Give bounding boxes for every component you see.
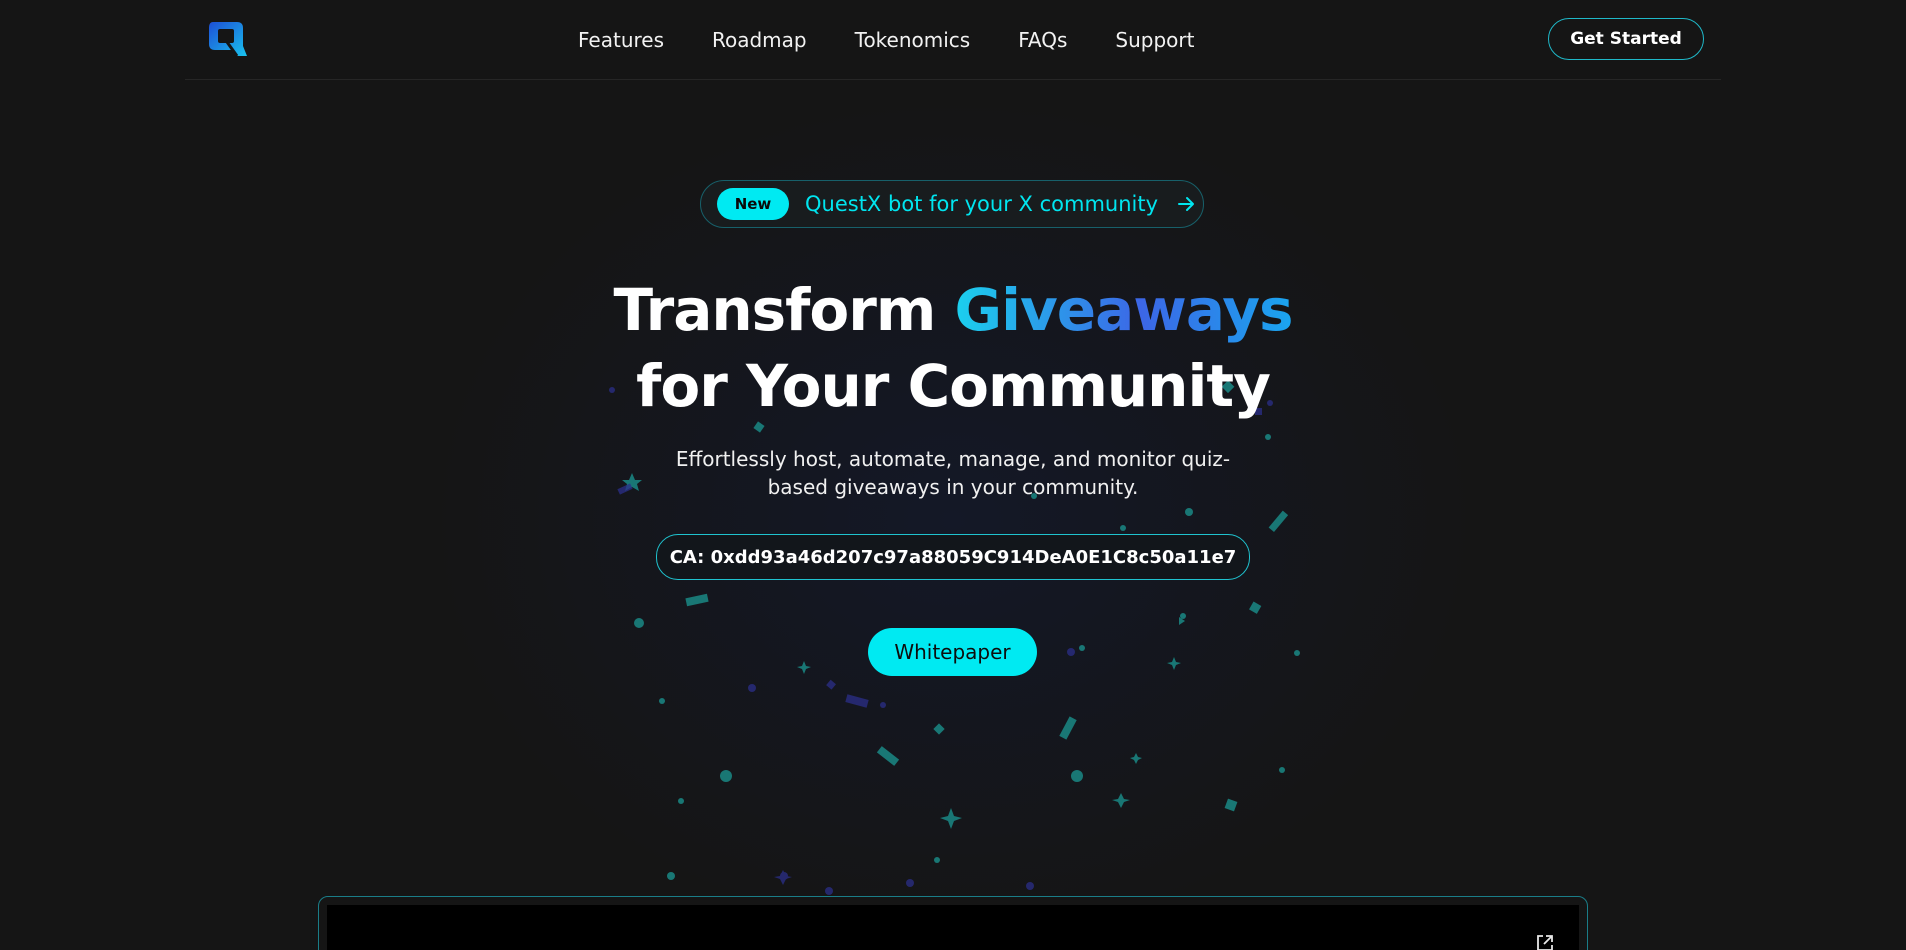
- nav-link-features[interactable]: Features: [578, 28, 664, 52]
- nav-link-faqs[interactable]: FAQs: [1018, 28, 1067, 52]
- hero-headline-line1: Transform Giveaways: [0, 272, 1906, 348]
- nav-links: Features Roadmap Tokenomics FAQs Support: [578, 0, 1242, 79]
- get-started-button[interactable]: Get Started: [1548, 18, 1704, 60]
- whitepaper-button[interactable]: Whitepaper: [868, 628, 1037, 676]
- new-badge: New: [717, 188, 789, 220]
- video-embed-frame: [318, 896, 1588, 950]
- hero-headline-line2: for Your Community: [636, 352, 1271, 420]
- announcement-text: QuestX bot for your X community: [805, 192, 1159, 216]
- landing-page: Features Roadmap Tokenomics FAQs Support…: [0, 0, 1906, 950]
- headline-accent-word: Giveaways: [954, 276, 1294, 344]
- external-link-icon[interactable]: [1535, 933, 1555, 950]
- nav-link-tokenomics[interactable]: Tokenomics: [855, 28, 971, 52]
- contract-address-box[interactable]: CA: 0xdd93a46d207c97a88059C914DeA0E1C8c5…: [656, 534, 1250, 580]
- announcement-pill[interactable]: New QuestX bot for your X community: [700, 180, 1204, 228]
- nav-link-roadmap[interactable]: Roadmap: [712, 28, 807, 52]
- top-navbar: Features Roadmap Tokenomics FAQs Support…: [185, 0, 1721, 80]
- video-player[interactable]: [327, 905, 1579, 950]
- headline-plain-word: Transform: [613, 276, 936, 344]
- arrow-right-icon: [1178, 197, 1195, 211]
- nav-link-support[interactable]: Support: [1115, 28, 1194, 52]
- questx-q-logo[interactable]: [207, 20, 247, 58]
- hero-subtitle: Effortlessly host, automate, manage, and…: [675, 447, 1231, 499]
